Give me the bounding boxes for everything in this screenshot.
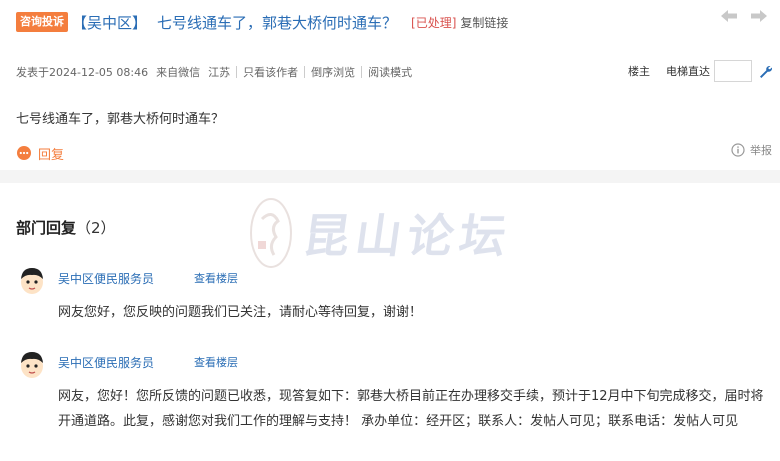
wrench-icon[interactable] [758, 64, 772, 78]
forum-logo-icon [250, 198, 292, 268]
separator [236, 66, 238, 78]
reply-count: （2） [76, 219, 116, 237]
separator [361, 66, 363, 78]
copy-link-button[interactable]: 复制链接 [460, 14, 508, 31]
info-icon [731, 143, 745, 157]
post-source: 来自微信 [156, 66, 201, 79]
watermark-text: 昆山论坛 [299, 209, 516, 263]
view-floor-link[interactable]: 查看楼层 [194, 354, 238, 370]
district-label[interactable]: 【吴中区】 [72, 12, 147, 33]
post-content: 七号线通车了，郭巷大桥何时通车？ [16, 112, 225, 127]
post-region: 江苏 [208, 66, 231, 79]
post-title: 七号线通车了，郭巷大桥何时通车？ [157, 13, 398, 32]
report-label: 举报 [750, 144, 772, 157]
thread-nav [720, 9, 768, 23]
arrow-right-icon[interactable] [750, 9, 768, 23]
post-title-row: 咨询投诉 【吴中区】 七号线通车了，郭巷大桥何时通车？ [已处理] 复制链接 [16, 11, 780, 33]
status-badge: [已处理] [411, 15, 457, 30]
avatar-icon [21, 268, 43, 294]
department-reply-label: 部门回复 [16, 219, 77, 237]
replier-name[interactable]: 吴中区便民服务员 [58, 270, 154, 287]
avatar-icon [21, 352, 43, 378]
only-author-link[interactable]: 只看该作者 [243, 64, 298, 80]
reply-text: 网友，您好！您所反馈的问题已收悉，现答复如下：郭巷大桥目前正在办理移交手续，预计… [58, 389, 764, 429]
floor-jump-input[interactable] [714, 60, 752, 82]
section-divider [0, 170, 780, 183]
watermark: 昆山论坛 [248, 188, 548, 278]
reverse-order-link[interactable]: 倒序浏览 [311, 64, 355, 80]
category-tag[interactable]: 咨询投诉 [16, 12, 68, 32]
separator [304, 66, 306, 78]
arrow-left-icon[interactable] [720, 9, 738, 23]
reply-button[interactable]: 回复 [16, 144, 64, 163]
read-mode-link[interactable]: 阅读模式 [368, 64, 412, 80]
post-time: 发表于2024-12-05 08:46 [16, 66, 149, 79]
reply-text: 网友您好，您反映的问题我们已关注，请耐心等待回复，谢谢！ [58, 305, 423, 320]
view-floor-link[interactable]: 查看楼层 [194, 270, 238, 286]
floor-owner-label: 楼主 [628, 65, 650, 78]
floor-controls: 楼主 电梯直达 [628, 60, 772, 82]
report-button[interactable]: 举报 [731, 142, 772, 158]
department-reply-title: 部门回复（2） [16, 217, 116, 238]
reply-label: 回复 [38, 148, 65, 163]
elevator-label: 电梯直达 [666, 65, 710, 78]
reply-icon [17, 146, 31, 160]
replier-name[interactable]: 吴中区便民服务员 [58, 354, 154, 371]
